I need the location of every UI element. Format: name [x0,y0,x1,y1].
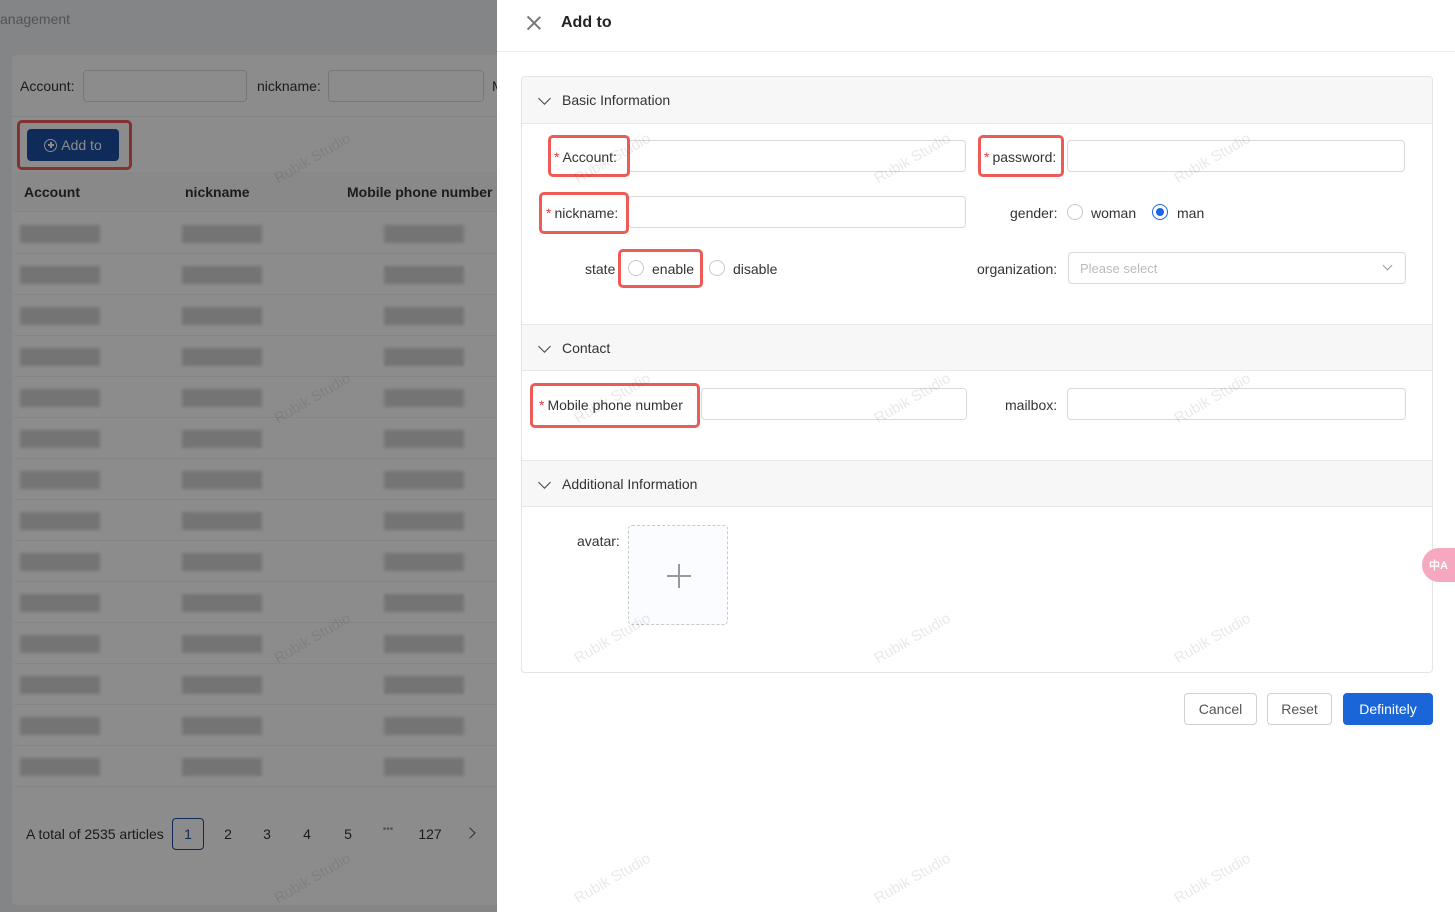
state-disable-radio[interactable] [709,260,725,276]
chevron-down-icon [538,92,551,105]
section-title-additional: Additional Information [562,476,698,492]
section-title-basic: Basic Information [562,92,671,108]
gender-man-label[interactable]: man [1177,205,1204,221]
gender-woman-label[interactable]: woman [1091,205,1136,221]
mailbox-input[interactable] [1067,388,1406,420]
state-enable-radio[interactable] [628,260,644,276]
organization-placeholder: Please select [1080,261,1158,276]
password-input[interactable] [1067,140,1405,172]
gender-label: gender: [1010,205,1058,221]
gender-man-radio[interactable] [1152,204,1168,220]
account-input[interactable] [628,140,966,172]
section-header-contact[interactable]: Contact [522,324,1432,371]
user-form: Basic Information * Account: * password: *… [521,76,1433,673]
chevron-down-icon [1382,260,1393,271]
state-disable-label[interactable]: disable [733,261,777,277]
organization-select[interactable]: Please select [1068,252,1406,284]
drawer-header: Add to [497,0,1455,52]
nickname-label: * nickname: [546,205,619,221]
add-user-drawer: Add to Basic Information * Account: * pass… [497,0,1455,912]
reset-button[interactable]: Reset [1267,693,1332,725]
background-page: anagement Account: nickname: M Add to Ac… [0,0,497,912]
account-label: * Account: [554,149,617,165]
definitely-button[interactable]: Definitely [1343,693,1433,725]
avatar-upload[interactable] [628,525,728,625]
organization-label: organization: [977,261,1058,277]
mailbox-label: mailbox: [1005,397,1058,413]
section-header-basic[interactable]: Basic Information [522,77,1432,124]
avatar-label: avatar: [577,533,620,549]
modal-overlay[interactable] [0,0,497,912]
section-header-additional[interactable]: Additional Information [522,460,1432,507]
plus-icon [667,564,691,588]
nickname-input[interactable] [628,196,966,228]
section-title-contact: Contact [562,340,611,356]
chevron-down-icon [538,476,551,489]
state-enable-label[interactable]: enable [652,261,694,277]
chevron-down-icon [538,340,551,353]
gender-woman-radio[interactable] [1067,204,1083,220]
cancel-button[interactable]: Cancel [1184,693,1257,725]
mobile-phone-label: * Mobile phone number [539,397,683,413]
drawer-title: Add to [561,14,612,31]
mobile-phone-input[interactable] [701,388,967,420]
state-label: state [585,261,616,277]
translate-icon[interactable]: 中A [1422,548,1455,582]
password-label: * password: [984,149,1057,165]
close-icon[interactable] [526,15,542,31]
